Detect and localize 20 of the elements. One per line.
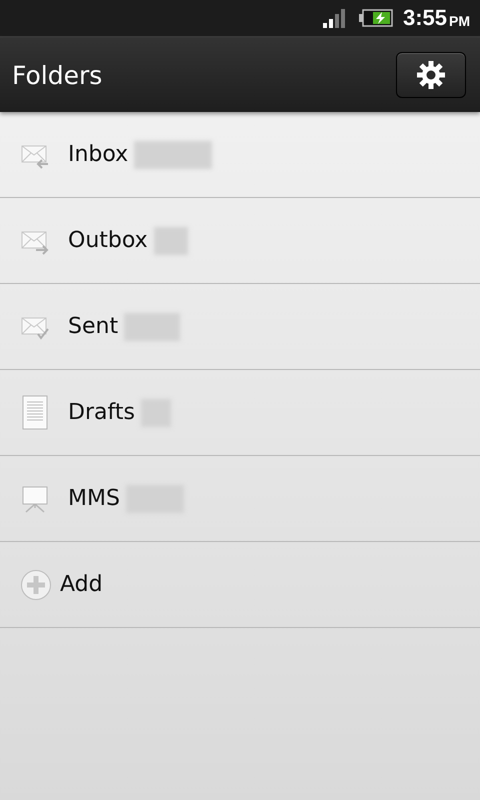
folder-label: MMS	[68, 486, 120, 511]
document-icon	[20, 394, 50, 430]
folder-item[interactable]: Drafts	[0, 370, 480, 456]
presentation-icon	[20, 484, 50, 514]
settings-icon	[416, 60, 446, 90]
folder-item[interactable]: Add	[0, 542, 480, 628]
folder-item[interactable]: Inbox	[0, 112, 480, 198]
clock-time: 3:55	[402, 5, 447, 31]
folder-label: Add	[60, 572, 103, 597]
settings-button[interactable]	[396, 52, 466, 98]
clock-meridiem: PM	[449, 12, 470, 28]
plus-icon	[20, 568, 52, 600]
folder-item[interactable]: Outbox	[0, 198, 480, 284]
folder-item[interactable]: Sent	[0, 284, 480, 370]
folder-label: Drafts	[68, 400, 135, 425]
folder-item[interactable]: MMS	[0, 456, 480, 542]
screen-title: Folders	[12, 60, 102, 90]
folder-label: Inbox	[68, 142, 128, 167]
folder-label: Outbox	[68, 228, 148, 253]
folder-label: Sent	[68, 314, 118, 339]
